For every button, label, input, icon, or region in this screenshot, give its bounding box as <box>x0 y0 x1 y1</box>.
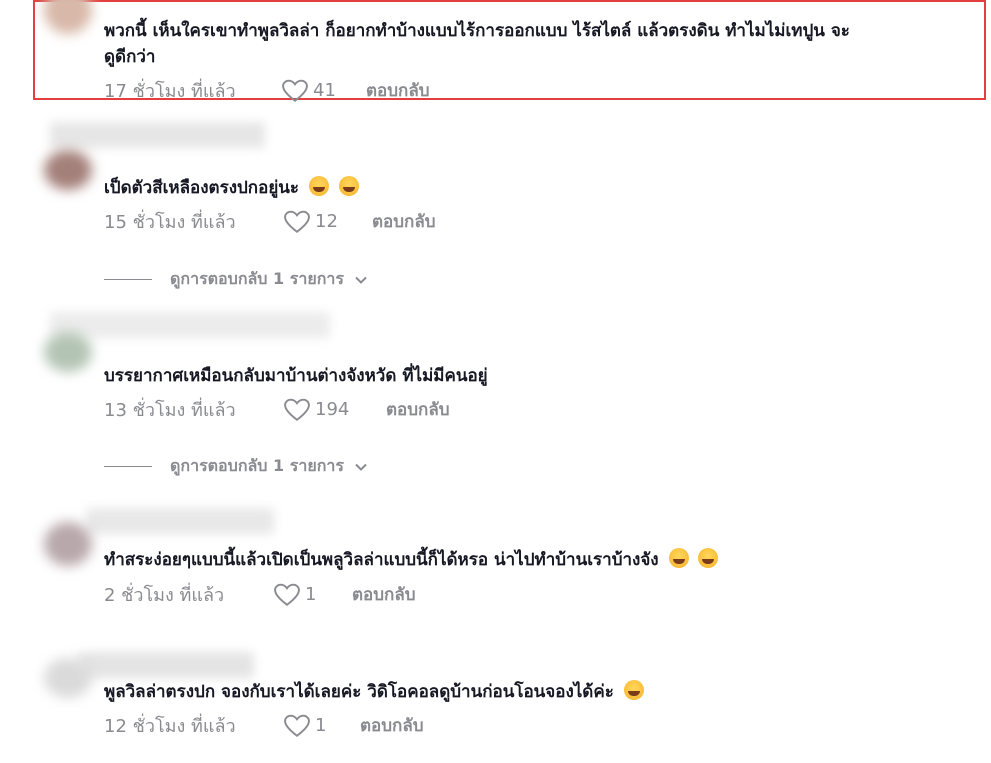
like-count: 194 <box>315 399 350 420</box>
laugh-tears-emoji <box>338 176 359 196</box>
comment-time: 17 ชั่วโมง ที่แล้ว <box>104 81 236 102</box>
username[interactable] <box>50 312 330 338</box>
comment-text: ดูดีกว่า <box>104 47 156 67</box>
view-replies-button[interactable]: ดูการตอบกลับ 1 รายการ <box>104 267 368 292</box>
comment-text: บรรยากาศเหมือนกลับมาบ้านต่างจังหวัด ที่ไ… <box>104 366 488 386</box>
chevron-down-icon <box>355 463 367 471</box>
like-button[interactable]: 12 <box>284 210 372 234</box>
like-count: 12 <box>315 211 338 232</box>
comment-time: 2 ชั่วโมง ที่แล้ว <box>104 585 225 606</box>
like-button[interactable]: 1 <box>274 583 352 607</box>
comment-text: เป็ดตัวสีเหลืองตรงปกอยู่นะ <box>104 176 359 200</box>
reply-button[interactable]: ตอบกลับ <box>352 581 416 608</box>
heart-icon <box>282 79 308 102</box>
heart-icon <box>274 583 300 606</box>
view-replies-button[interactable]: ดูการตอบกลับ 1 รายการ <box>104 454 368 479</box>
avatar[interactable] <box>44 332 92 372</box>
comment-text-body: เป็ดตัวสีเหลืองตรงปกอยู่นะ <box>104 178 300 198</box>
heart-icon <box>284 210 310 233</box>
chevron-down-icon <box>355 276 367 284</box>
reply-button[interactable]: ตอบกลับ <box>360 712 424 739</box>
divider <box>104 279 152 280</box>
laugh-tears-emoji <box>668 548 689 568</box>
comment-text-body: พูลวิลล่าตรงปก จองกับเราได้เลยค่ะ วิดิโอ… <box>104 682 614 702</box>
laugh-tears-emoji <box>698 548 719 568</box>
sweat-smile-emoji <box>308 176 329 196</box>
comment-time: 12 ชั่วโมง ที่แล้ว <box>104 716 236 737</box>
smile-emoji <box>623 680 644 700</box>
comment-meta: 12 ชั่วโมง ที่แล้ว 1 ตอบกลับ <box>104 711 424 740</box>
comment-text: พวกนี้ เห็นใครเขาทำพูลวิลล่า ก็อยากทำบ้า… <box>104 21 850 41</box>
comment-time: 13 ชั่วโมง ที่แล้ว <box>104 400 236 421</box>
avatar[interactable] <box>44 522 92 566</box>
like-count: 41 <box>313 80 336 101</box>
like-button[interactable]: 41 <box>282 79 366 103</box>
reply-button[interactable]: ตอบกลับ <box>366 77 430 104</box>
username[interactable] <box>86 508 274 534</box>
comment-meta: 13 ชั่วโมง ที่แล้ว 194 ตอบกลับ <box>104 395 450 424</box>
comment-meta: 2 ชั่วโมง ที่แล้ว 1 ตอบกลับ <box>104 580 416 609</box>
view-replies-label: ดูการตอบกลับ 1 รายการ <box>170 269 344 288</box>
username[interactable] <box>50 122 265 148</box>
comment-meta: 15 ชั่วโมง ที่แล้ว 12 ตอบกลับ <box>104 207 436 236</box>
comment-meta: 17 ชั่วโมง ที่แล้ว 41 ตอบกลับ <box>104 76 430 105</box>
like-count: 1 <box>315 715 327 736</box>
reply-button[interactable]: ตอบกลับ <box>372 208 436 235</box>
heart-icon <box>284 714 310 737</box>
comment-text: ทำสระง่อยๆแบบนี้แล้วเปิดเป็นพลูวิลล่าแบบ… <box>104 548 719 572</box>
avatar[interactable] <box>44 150 92 190</box>
like-button[interactable]: 1 <box>284 714 360 738</box>
reply-button[interactable]: ตอบกลับ <box>386 396 450 423</box>
like-count: 1 <box>305 584 317 605</box>
divider <box>104 466 152 467</box>
comment-time: 15 ชั่วโมง ที่แล้ว <box>104 212 236 233</box>
heart-icon <box>284 398 310 421</box>
comment-text-body: ทำสระง่อยๆแบบนี้แล้วเปิดเป็นพลูวิลล่าแบบ… <box>104 550 659 570</box>
view-replies-label: ดูการตอบกลับ 1 รายการ <box>170 456 344 475</box>
like-button[interactable]: 194 <box>284 398 386 422</box>
username[interactable] <box>78 652 254 678</box>
comment-text: พูลวิลล่าตรงปก จองกับเราได้เลยค่ะ วิดิโอ… <box>104 680 644 704</box>
avatar[interactable] <box>44 658 92 698</box>
